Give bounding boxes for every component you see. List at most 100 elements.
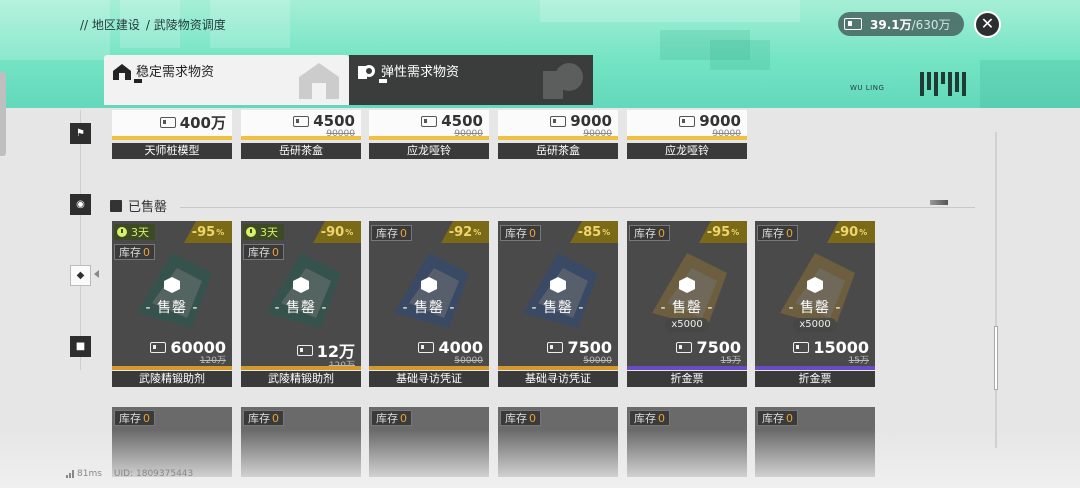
resource-max: /630万	[911, 17, 951, 32]
rarity-stripe	[627, 366, 747, 370]
sold-out-item-card[interactable]: 库存 0 -90% - 售罄 - x5000 15000 15万	[755, 221, 875, 370]
price: 7500	[567, 338, 612, 357]
stock-label: 库存	[762, 227, 784, 240]
stock-badge: 库存 0	[757, 410, 798, 426]
currency-icon	[547, 342, 564, 353]
price-box: 15000 15万	[793, 338, 869, 366]
stock-badge: 库存 0	[114, 244, 155, 260]
currency-icon	[293, 115, 310, 127]
timer-label: 3天	[131, 226, 149, 239]
stock-badge: 库存 0	[243, 244, 284, 260]
stock-label: 库存	[634, 227, 656, 240]
tab-active-marker	[134, 79, 142, 83]
price-box: 60000 120万	[150, 338, 226, 366]
elastic-icon	[358, 65, 375, 79]
stock-label: 库存	[119, 412, 141, 425]
clock-icon	[246, 227, 256, 237]
sold-out-text: - 售罄 -	[788, 300, 842, 316]
item-name: 折金票	[755, 371, 875, 387]
currency-icon	[150, 342, 167, 353]
price: 4000	[438, 338, 483, 357]
stock-label: 库存	[376, 227, 398, 240]
item-name: 折金票	[627, 371, 747, 387]
stock-count: 0	[400, 411, 407, 425]
stock-count: 0	[143, 411, 150, 425]
rarity-stripe	[498, 366, 618, 370]
price-box: 4500 90000	[293, 112, 355, 139]
timer-badge: 3天	[243, 224, 284, 240]
sold-out-label: - 售罄 -	[755, 277, 875, 317]
section-title-label: 已售罄	[128, 200, 168, 215]
currency-icon	[844, 18, 862, 30]
currency-icon	[296, 344, 313, 356]
sold-out-item-card[interactable]: 库存 0 -85% - 售罄 - 7500 50000	[498, 221, 618, 370]
tab-stable-supplies[interactable]: 稳定需求物资	[104, 55, 349, 105]
item-name: 岳研茶盒	[498, 143, 618, 159]
stock-label: 库存	[505, 227, 527, 240]
section-title: 已售罄	[110, 196, 167, 215]
item-card[interactable]: 9000 90000	[498, 110, 618, 140]
item-card[interactable]: 400万	[112, 110, 232, 140]
stock-badge: 库存 0	[500, 410, 541, 426]
elastic-watermark-icon	[543, 63, 583, 99]
breadcrumb: // 地区建设 / 武陵物资调度	[80, 16, 226, 33]
item-card[interactable]: 4500 90000	[241, 110, 361, 140]
left-edge-handle[interactable]	[0, 72, 6, 156]
sold-out-item-card[interactable]: 库存 0 -95% - 售罄 - x5000 7500 15万	[627, 221, 747, 370]
timer-label: 3天	[260, 226, 278, 239]
stock-badge: 库存 0	[371, 225, 412, 241]
clock-icon	[117, 227, 127, 237]
item-card[interactable]: 4500 90000	[369, 110, 489, 140]
nav-flag-icon[interactable]: ⚑	[70, 123, 91, 144]
sold-out-text: - 售罄 -	[531, 300, 585, 316]
stock-label: 库存	[376, 412, 398, 425]
original-price: 50000	[454, 356, 483, 366]
sold-out-item-card[interactable]: 3天 库存 0 -90% - 售罄 - 12万 120万	[241, 221, 361, 370]
sold-out-text: - 售罄 -	[145, 300, 199, 316]
original-price: 15万	[720, 356, 741, 366]
close-button[interactable]: ✕	[974, 11, 1001, 38]
nav-gem-icon[interactable]: ◆	[70, 265, 91, 286]
price-box: 4500 90000	[421, 112, 483, 139]
price-box: 4000 50000	[418, 338, 483, 366]
nav-ring-icon[interactable]: ◉	[70, 194, 91, 215]
price: 4500	[313, 112, 355, 130]
sold-out-label: - 售罄 -	[369, 277, 489, 317]
sold-out-text: - 售罄 -	[402, 300, 456, 316]
sold-out-label: - 售罄 -	[498, 277, 618, 317]
sold-out-label: - 售罄 -	[112, 277, 232, 317]
sold-out-label: - 售罄 -	[241, 277, 361, 317]
signal-icon	[66, 470, 74, 478]
quantity-badge: x5000	[793, 318, 837, 332]
currency-icon	[159, 117, 176, 128]
close-icon: ✕	[980, 14, 995, 33]
stock-badge: 库存 0	[371, 410, 412, 426]
item-name: 武陵精锻助剂	[241, 371, 361, 387]
scrollbar-track[interactable]	[995, 132, 997, 448]
price: 12万	[316, 342, 355, 361]
price-box: 7500 15万	[676, 338, 741, 366]
item-card[interactable]: 9000 90000	[627, 110, 747, 140]
scrollbar-thumb[interactable]	[994, 326, 998, 390]
price-box: 9000 90000	[550, 112, 612, 139]
discount-value: -95	[191, 224, 216, 240]
stock-count: 0	[658, 226, 665, 240]
stock-label: 库存	[119, 246, 141, 259]
rarity-stripe	[627, 136, 747, 140]
price-box: 7500 50000	[547, 338, 612, 366]
sold-out-item-card[interactable]: 3天 库存 0 -95% - 售罄 - 60000 120万	[112, 221, 232, 370]
stock-count: 0	[529, 226, 536, 240]
cube-icon	[164, 277, 180, 293]
stock-badge: 库存 0	[114, 410, 155, 426]
cube-icon	[679, 277, 695, 293]
tab-marker	[379, 79, 387, 83]
tab-label: 稳定需求物资	[136, 65, 215, 80]
nav-cube-icon[interactable]: ■	[70, 336, 91, 357]
currency-icon	[793, 342, 810, 353]
tab-elastic-supplies[interactable]: 弹性需求物资	[349, 55, 593, 105]
stock-label: 库存	[248, 412, 270, 425]
original-price: 15万	[848, 356, 869, 366]
currency-icon	[418, 342, 435, 353]
breadcrumb-item-region[interactable]: // 地区建设	[80, 16, 140, 33]
sold-out-item-card[interactable]: 库存 0 -92% - 售罄 - 4000 50000	[369, 221, 489, 370]
